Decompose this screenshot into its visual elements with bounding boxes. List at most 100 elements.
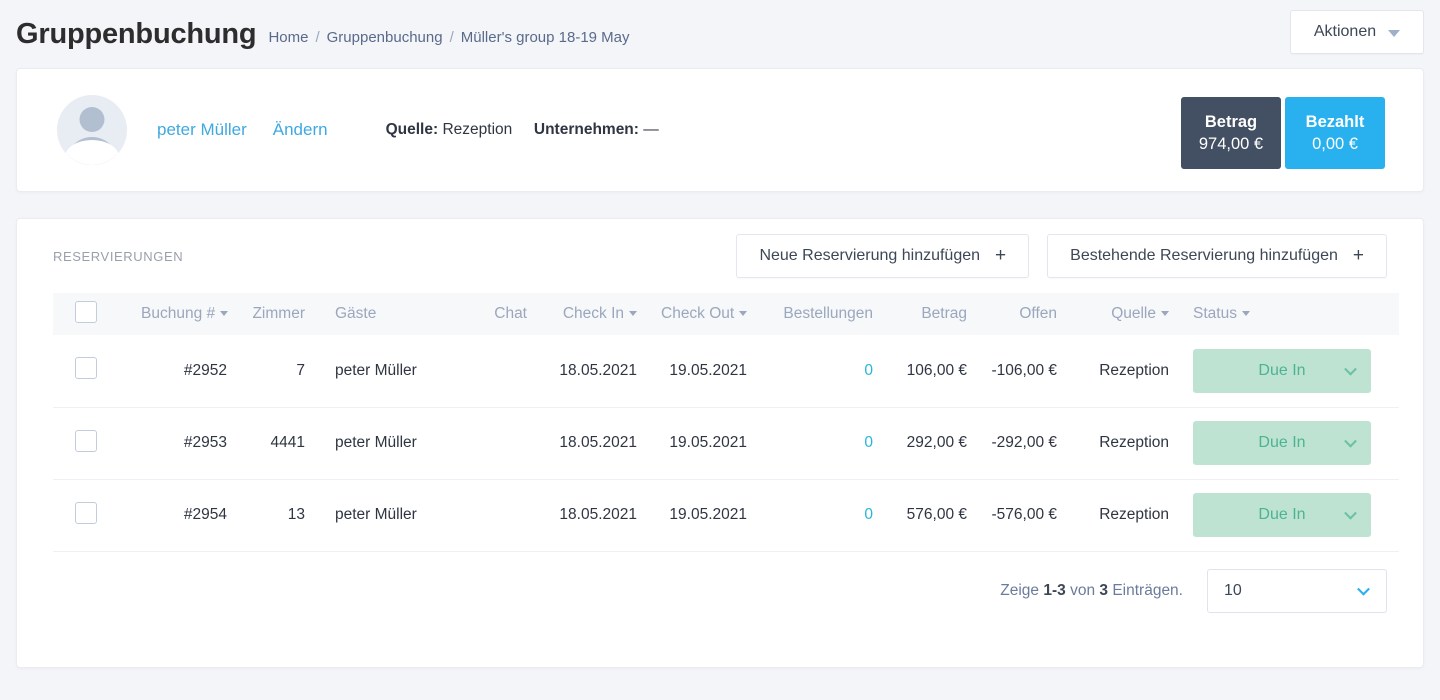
- actions-button-label: Aktionen: [1313, 23, 1377, 40]
- cell-amount: 576,00 €: [885, 479, 979, 552]
- amount-box-bezahlt: Bezahlt 0,00 €: [1285, 97, 1385, 169]
- row-checkbox[interactable]: [75, 429, 97, 452]
- cell-checkin: 18.05.2021: [539, 479, 649, 552]
- cell-orders: 0: [759, 335, 885, 408]
- chevron-down-icon: [1344, 506, 1357, 520]
- table-row: #2953 4441 peter Müller 18.05.2021 19.05…: [53, 407, 1399, 480]
- add-new-reservation-label: Neue Reservierung hinzufügen: [759, 247, 981, 264]
- table-row: #2952 7 peter Müller 18.05.2021 19.05.20…: [53, 335, 1399, 408]
- header-status[interactable]: Status: [1181, 293, 1399, 335]
- per-page-value: 10: [1224, 581, 1242, 599]
- row-select-cell: [53, 407, 129, 480]
- cell-room: 7: [239, 335, 317, 408]
- cell-booking: #2952: [129, 335, 239, 408]
- table-header-row: Buchung # Zimmer Gäste Chat Check In Che…: [53, 293, 1399, 335]
- sort-arrow-icon: [220, 311, 229, 316]
- per-page-select[interactable]: 10: [1207, 568, 1387, 613]
- header-orders-label: Bestellungen: [783, 305, 873, 322]
- status-badge-label: Due In: [1258, 506, 1306, 523]
- cell-room: 4441: [239, 407, 317, 480]
- cell-checkin: 18.05.2021: [539, 335, 649, 408]
- header-checkin-label: Check In: [562, 305, 624, 322]
- cell-orders: 0: [759, 407, 885, 480]
- cell-room: 13: [239, 479, 317, 552]
- cell-guests: peter Müller: [317, 407, 467, 480]
- header-chat: Chat: [467, 293, 539, 335]
- status-badge[interactable]: Due In: [1193, 421, 1371, 465]
- header-guests: Gäste: [317, 293, 467, 335]
- add-existing-reservation-button[interactable]: Bestehende Reservierung hinzufügen +: [1047, 234, 1387, 278]
- row-select-cell: [53, 335, 129, 408]
- breadcrumb-separator: /: [449, 28, 454, 46]
- row-select-cell: [53, 479, 129, 552]
- add-existing-reservation-label: Bestehende Reservierung hinzufügen: [1070, 247, 1338, 264]
- pagination-total: 3: [1099, 581, 1109, 599]
- header-booking[interactable]: Buchung #: [129, 293, 239, 335]
- reservations-table: Buchung # Zimmer Gäste Chat Check In Che…: [53, 293, 1399, 552]
- header-checkin[interactable]: Check In: [539, 293, 649, 335]
- status-badge[interactable]: Due In: [1193, 493, 1371, 537]
- row-checkbox[interactable]: [75, 357, 97, 380]
- row-checkbox[interactable]: [75, 501, 97, 524]
- breadcrumb-item-home[interactable]: Home: [268, 29, 308, 46]
- amount-box-betrag-value: 974,00 €: [1198, 135, 1264, 153]
- cell-source: Rezeption: [1069, 479, 1181, 552]
- status-badge-label: Due In: [1258, 434, 1306, 451]
- header-checkout[interactable]: Check Out: [649, 293, 759, 335]
- cell-amount: 106,00 €: [885, 335, 979, 408]
- add-new-reservation-button[interactable]: Neue Reservierung hinzufügen +: [736, 234, 1030, 278]
- cell-chat: [467, 407, 539, 480]
- header-chat-label: Chat: [494, 305, 527, 322]
- pagination-suffix: Einträgen.: [1112, 581, 1183, 599]
- cell-checkin: 18.05.2021: [539, 407, 649, 480]
- header-open-label: Offen: [1019, 305, 1057, 322]
- orders-link[interactable]: 0: [864, 506, 873, 523]
- header-amount: Betrag: [885, 293, 979, 335]
- avatar-notch: [65, 140, 119, 165]
- amount-box-bezahlt-value: 0,00 €: [1312, 135, 1358, 153]
- page-header: Gruppenbuchung Home / Gruppenbuchung / M…: [0, 0, 1440, 68]
- header-room-label: Zimmer: [252, 305, 305, 322]
- pagination-middle: von: [1070, 581, 1096, 599]
- status-badge[interactable]: Due In: [1193, 348, 1371, 393]
- reservations-header: RESERVIERUNGEN Neue Reservierung hinzufü…: [17, 219, 1423, 293]
- breadcrumb-item-gruppenbuchung[interactable]: Gruppenbuchung: [327, 29, 443, 46]
- reservations-card: RESERVIERUNGEN Neue Reservierung hinzufü…: [16, 218, 1424, 668]
- table-body: #2952 7 peter Müller 18.05.2021 19.05.20…: [53, 335, 1399, 552]
- company-label: Unternehmen:: [533, 121, 639, 138]
- select-all-checkbox[interactable]: [75, 300, 97, 323]
- cell-source: Rezeption: [1069, 335, 1181, 408]
- status-badge-label: Due In: [1258, 361, 1306, 379]
- cell-status: Due In: [1181, 407, 1399, 480]
- chevron-down-icon: [1357, 582, 1370, 596]
- header-open: Offen: [979, 293, 1069, 335]
- pagination-range: 1-3: [1043, 581, 1066, 599]
- orders-link[interactable]: 0: [864, 434, 873, 451]
- cell-guests: peter Müller: [317, 479, 467, 552]
- avatar-head: [79, 107, 105, 132]
- cell-open: -106,00 €: [979, 335, 1069, 408]
- sort-arrow-icon: [1161, 311, 1169, 316]
- source-value: Rezeption: [442, 121, 513, 138]
- guest-name-link[interactable]: peter Müller: [157, 120, 247, 140]
- header-room: Zimmer: [239, 293, 317, 335]
- table-footer: Zeige 1-3 von 3 Einträgen. 10: [17, 552, 1423, 630]
- plus-icon: +: [1352, 244, 1364, 266]
- guest-edit-link[interactable]: Ändern: [273, 120, 328, 140]
- cell-orders: 0: [759, 479, 885, 552]
- company-value: —: [643, 121, 659, 138]
- table-head: Buchung # Zimmer Gäste Chat Check In Che…: [53, 293, 1399, 335]
- table-row: #2954 13 peter Müller 18.05.2021 19.05.2…: [53, 479, 1399, 552]
- cell-open: -292,00 €: [979, 407, 1069, 480]
- breadcrumb-item-current: Müller's group 18-19 May: [460, 28, 630, 46]
- amount-boxes: Betrag 974,00 € Bezahlt 0,00 €: [1181, 97, 1385, 169]
- header-guests-label: Gäste: [335, 305, 377, 322]
- header-orders: Bestellungen: [759, 293, 885, 335]
- orders-link[interactable]: 0: [864, 362, 873, 379]
- header-source-label: Quelle: [1111, 305, 1156, 322]
- chevron-down-icon: [1344, 434, 1357, 448]
- breadcrumb-separator: /: [315, 28, 320, 46]
- sort-arrow-icon: [1241, 311, 1250, 316]
- actions-button[interactable]: Aktionen: [1290, 10, 1424, 54]
- header-source[interactable]: Quelle: [1069, 293, 1181, 335]
